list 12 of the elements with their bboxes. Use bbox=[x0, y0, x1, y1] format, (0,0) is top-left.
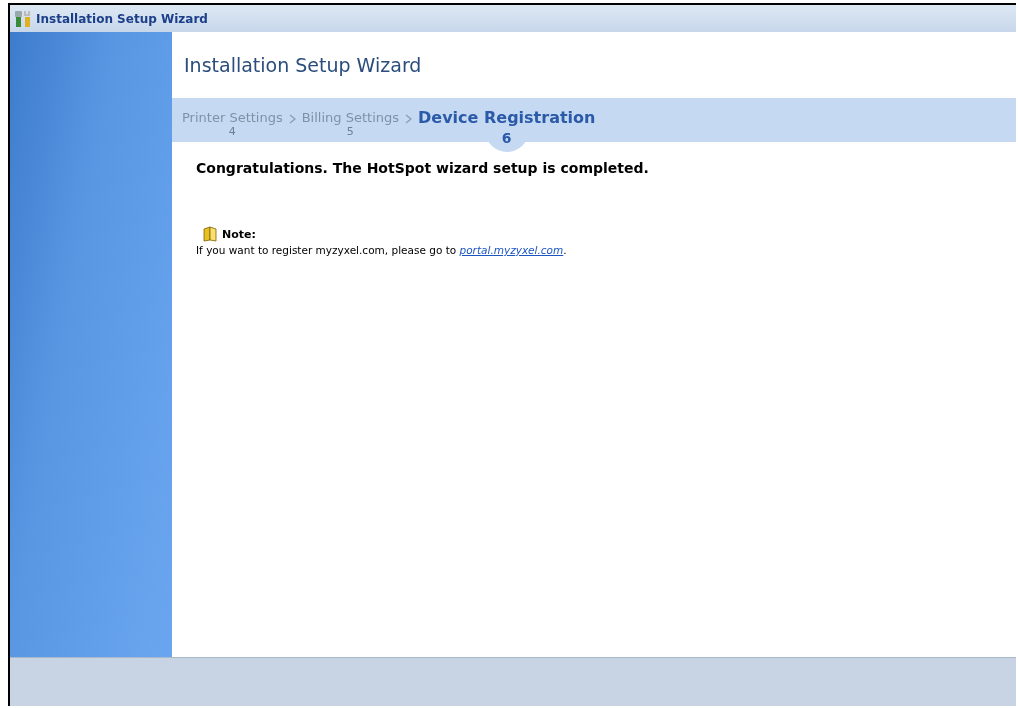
note-text: If you want to register myzyxel.com, please go to portal.myzyxel.com. bbox=[196, 244, 568, 256]
window-title: Installation Setup Wizard bbox=[36, 11, 208, 26]
note-folder-icon bbox=[202, 226, 218, 242]
step-label: Printer Settings bbox=[182, 109, 283, 125]
note-heading: Note: bbox=[222, 227, 256, 241]
chevron-icon bbox=[405, 114, 412, 124]
chevron-icon bbox=[288, 114, 296, 124]
step-label: Billing Settings bbox=[301, 109, 399, 125]
step-label: Device Registration bbox=[418, 107, 596, 127]
wizard-title: Installation Setup Wizard bbox=[183, 53, 423, 78]
tools-icon bbox=[14, 9, 32, 28]
completion-message: Congratulations. The HotSpot wizard setup is completed. bbox=[195, 159, 650, 176]
